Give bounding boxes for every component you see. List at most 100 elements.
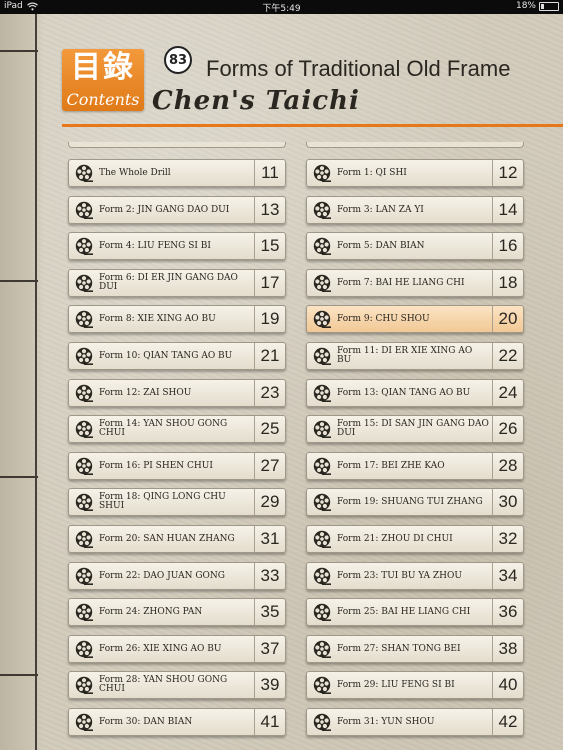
toc-item-label: Form 30: DAN BIAN (99, 716, 193, 727)
toc-item[interactable]: Form 25: BAI HE LIANG CHI 36 (306, 598, 524, 626)
film-reel-icon (75, 201, 93, 219)
toc-item-page-number: 26 (492, 416, 523, 442)
film-reel-icon (75, 420, 93, 438)
film-reel-icon (313, 493, 331, 511)
book-spine (0, 14, 44, 750)
toc-item[interactable]: Form 8: XIE XING AO BU 19 (68, 305, 286, 333)
film-reel-icon (313, 567, 331, 585)
toc-item[interactable]: Form 10: QIAN TANG AO BU 21 (68, 342, 286, 370)
toc-item[interactable]: Form 21: ZHOU DI CHUI 32 (306, 525, 524, 553)
toc-item[interactable]: Form 15: DI SAN JIN GANG DAO DUI 26 (306, 415, 524, 443)
toc-item[interactable]: Form 7: BAI HE LIANG CHI 18 (306, 269, 524, 297)
film-reel-icon (75, 310, 93, 328)
toc-item-label: Form 27: SHAN TONG BEI (337, 643, 461, 654)
toc-item-label: Form 29: LIU FENG SI BI (337, 679, 455, 690)
film-reel-icon (313, 347, 331, 365)
toc-item-page-number: 19 (254, 306, 285, 332)
page-title: Forms of Traditional Old Frame (206, 56, 511, 81)
toc-item-page-number: 13 (254, 197, 285, 223)
toc-item[interactable]: Form 14: YAN SHOU GONG CHUI 25 (68, 415, 286, 443)
toc-item-label: Form 9: CHU SHOU (337, 313, 430, 324)
toc-item-label: Form 22: DAO JUAN GONG (99, 570, 225, 581)
toc-item[interactable]: Form 29: LIU FENG SI BI 40 (306, 671, 524, 699)
toc-item-page-number: 30 (492, 489, 523, 515)
toc-item-label: Form 11: DI ER XIE XING AO BU (337, 346, 473, 365)
toc-item-label: Form 6: DI ER JIN GANG DAO DUI (99, 273, 238, 292)
toc-item[interactable]: Form 12: ZAI SHOU 23 (68, 379, 286, 407)
toc-item-page-number: 11 (254, 160, 285, 186)
toc-item-page-number: 21 (254, 343, 285, 369)
toc-item[interactable]: Form 27: SHAN TONG BEI 38 (306, 635, 524, 663)
toc-item-page-number: 42 (492, 709, 523, 735)
film-reel-icon (313, 676, 331, 694)
toc-item-page-number: 37 (254, 636, 285, 662)
toc-item[interactable]: Form 23: TUI BU YA ZHOU 34 (306, 562, 524, 590)
toc-item[interactable]: Form 19: SHUANG TUI ZHANG 30 (306, 488, 524, 516)
logo-contents-text: Contents (66, 90, 140, 109)
toc-item[interactable]: Form 2: JIN GANG DAO DUI 13 (68, 196, 286, 224)
toc-item-label: Form 2: JIN GANG DAO DUI (99, 204, 230, 215)
toc-item-label: Form 15: DI SAN JIN GANG DAO DUI (337, 419, 489, 438)
toc-item-label: Form 1: QI SHI (337, 167, 407, 178)
toc-item-label: Form 20: SAN HUAN ZHANG (99, 533, 235, 544)
film-reel-icon (313, 201, 331, 219)
film-reel-icon (313, 310, 331, 328)
toc-item-page-number: 23 (254, 380, 285, 406)
toc-item[interactable]: Form 22: DAO JUAN GONG 33 (68, 562, 286, 590)
toc-item-page-number: 16 (492, 233, 523, 259)
number-badge: 83 (164, 46, 192, 74)
toc-item-label: Form 23: TUI BU YA ZHOU (337, 570, 462, 581)
toc-item-page-number: 36 (492, 599, 523, 625)
film-reel-icon (313, 237, 331, 255)
left-column-cap (68, 142, 286, 148)
header-divider (62, 124, 563, 127)
toc-item-page-number: 25 (254, 416, 285, 442)
right-column-cap (306, 142, 524, 148)
toc-item[interactable]: Form 9: CHU SHOU 20 (306, 305, 524, 333)
toc-item-page-number: 18 (492, 270, 523, 296)
film-reel-icon (313, 274, 331, 292)
toc-item[interactable]: Form 17: BEI ZHE KAO 28 (306, 452, 524, 480)
toc-item[interactable]: Form 3: LAN ZA YI 14 (306, 196, 524, 224)
toc-item[interactable]: Form 1: QI SHI 12 (306, 159, 524, 187)
toc-item[interactable]: Form 28: YAN SHOU GONG CHUI 39 (68, 671, 286, 699)
page-subtitle: Chen's Taichi (152, 86, 360, 116)
toc-item[interactable]: Form 16: PI SHEN CHUI 27 (68, 452, 286, 480)
film-reel-icon (75, 347, 93, 365)
status-right: 18% (516, 1, 559, 11)
toc-item[interactable]: Form 6: DI ER JIN GANG DAO DUI 17 (68, 269, 286, 297)
toc-item[interactable]: Form 26: XIE XING AO BU 37 (68, 635, 286, 663)
toc-item[interactable]: Form 11: DI ER XIE XING AO BU 22 (306, 342, 524, 370)
film-reel-icon (313, 640, 331, 658)
toc-item-page-number: 12 (492, 160, 523, 186)
toc-item-label: Form 10: QIAN TANG AO BU (99, 350, 233, 361)
film-reel-icon (313, 457, 331, 475)
film-reel-icon (75, 493, 93, 511)
toc-item[interactable]: Form 20: SAN HUAN ZHANG 31 (68, 525, 286, 553)
battery-percent: 18% (515, 1, 536, 11)
film-reel-icon (313, 384, 331, 402)
toc-item-label: Form 5: DAN BIAN (337, 240, 425, 251)
toc-item[interactable]: Form 24: ZHONG PAN 35 (68, 598, 286, 626)
film-reel-icon (75, 274, 93, 292)
toc-item-label: Form 25: BAI HE LIANG CHI (337, 606, 471, 617)
film-reel-icon (313, 164, 331, 182)
film-reel-icon (75, 567, 93, 585)
toc-item[interactable]: Form 18: QING LONG CHU SHUI 29 (68, 488, 286, 516)
toc-item-label: Form 24: ZHONG PAN (99, 606, 203, 617)
film-reel-icon (75, 384, 93, 402)
toc-item[interactable]: Form 30: DAN BIAN 41 (68, 708, 286, 736)
toc-item-label: Form 4: LIU FENG SI BI (99, 240, 211, 251)
toc-item-label: Form 16: PI SHEN CHUI (99, 460, 213, 471)
film-reel-icon (75, 164, 93, 182)
film-reel-icon (75, 713, 93, 731)
battery-icon (539, 1, 559, 11)
toc-item-label: Form 8: XIE XING AO BU (99, 313, 216, 324)
toc-item[interactable]: Form 5: DAN BIAN 16 (306, 232, 524, 260)
toc-item[interactable]: Form 13: QIAN TANG AO BU 24 (306, 379, 524, 407)
toc-item[interactable]: The Whole Drill 11 (68, 159, 286, 187)
toc-item-label: Form 21: ZHOU DI CHUI (337, 533, 453, 544)
film-reel-icon (313, 530, 331, 548)
toc-item[interactable]: Form 4: LIU FENG SI BI 15 (68, 232, 286, 260)
toc-item[interactable]: Form 31: YUN SHOU 42 (306, 708, 524, 736)
